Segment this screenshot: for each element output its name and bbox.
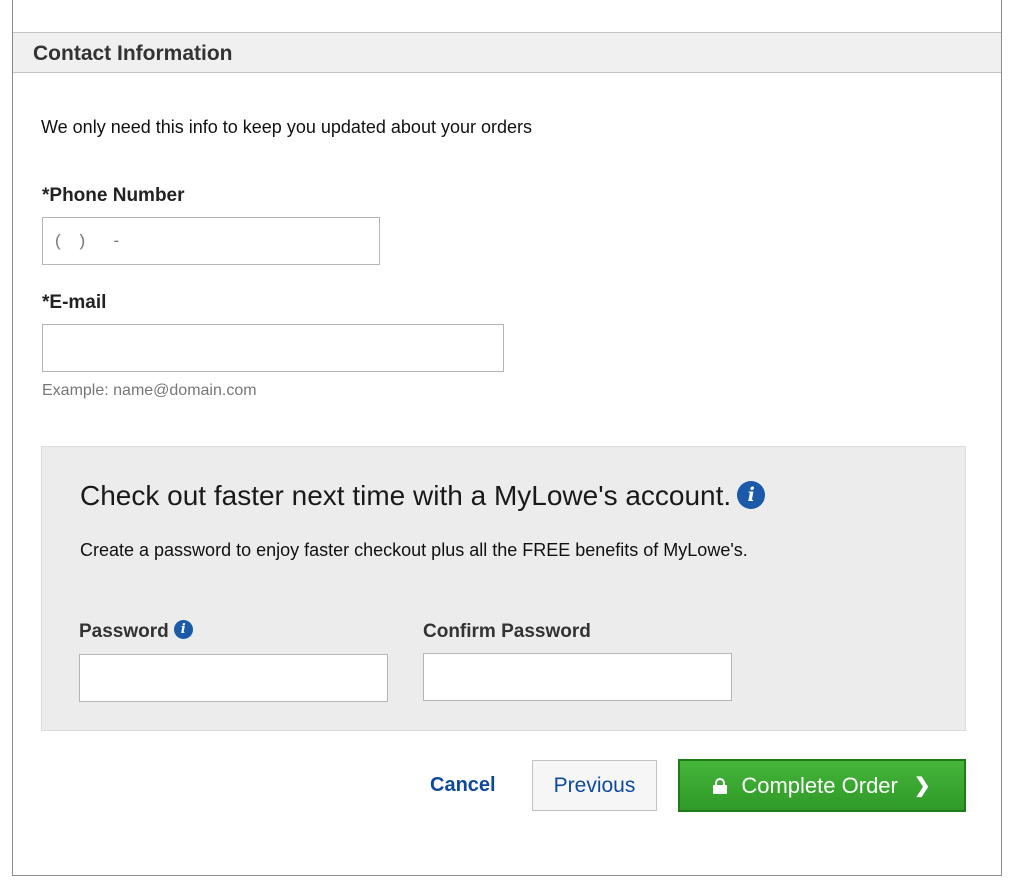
section-header: Contact Information	[13, 32, 1001, 73]
email-input[interactable]	[42, 324, 504, 372]
chevron-right-icon: ❯	[913, 775, 931, 797]
complete-order-label: Complete Order	[741, 772, 898, 798]
intro-text: We only need this info to keep you updat…	[41, 117, 532, 137]
info-icon[interactable]: i	[737, 480, 766, 509]
password-label-text: Password	[79, 621, 169, 642]
email-label: *E-mail	[42, 292, 107, 313]
lock-icon	[713, 777, 728, 794]
phone-input[interactable]	[42, 217, 380, 265]
password-label: Password i	[79, 620, 193, 643]
section-title: Contact Information	[33, 42, 233, 65]
checkout-panel: Contact Information We only need this in…	[12, 0, 1002, 876]
complete-order-button[interactable]: Complete Order ❯	[678, 759, 966, 812]
password-info-icon[interactable]: i	[173, 620, 193, 640]
account-description: Create a password to enjoy faster checko…	[80, 540, 748, 560]
account-title-text: Check out faster next time with a MyLowe…	[80, 480, 732, 511]
confirm-password-label: Confirm Password	[423, 621, 591, 642]
phone-label: *Phone Number	[42, 185, 185, 206]
cancel-button[interactable]: Cancel	[430, 772, 496, 798]
account-promo-box: Check out faster next time with a MyLowe…	[41, 446, 966, 731]
email-hint: Example: name@domain.com	[42, 382, 257, 399]
confirm-password-input[interactable]	[423, 653, 732, 701]
previous-button[interactable]: Previous	[532, 760, 657, 811]
password-input[interactable]	[79, 654, 388, 702]
account-title: Check out faster next time with a MyLowe…	[80, 479, 766, 513]
